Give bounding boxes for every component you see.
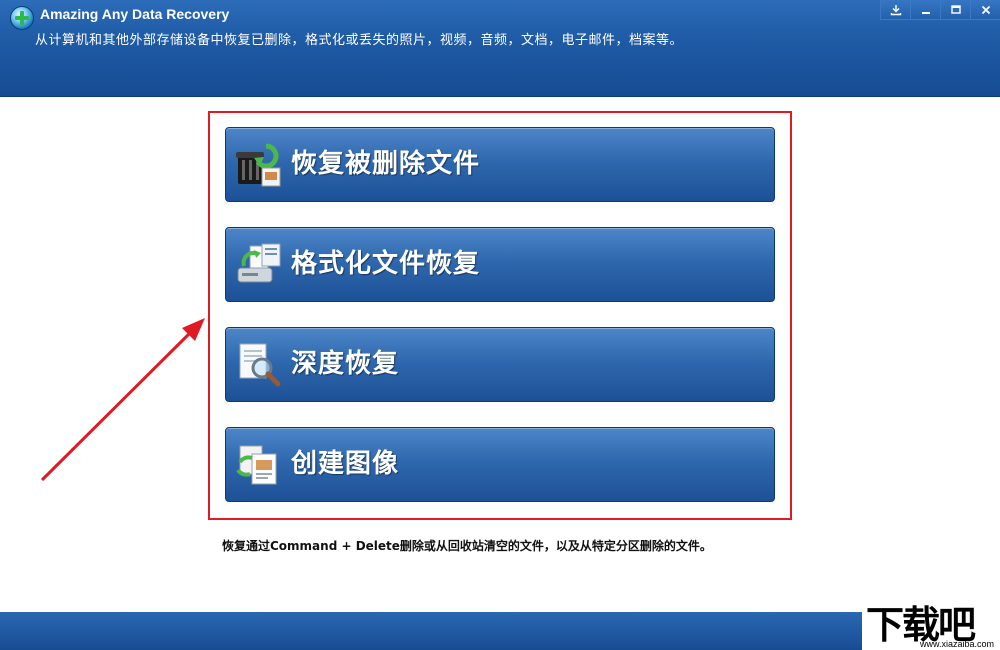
maximize-icon[interactable]	[940, 0, 970, 20]
download-icon[interactable]	[880, 0, 910, 20]
footer-bar	[0, 612, 1000, 650]
watermark-url: www.xiazaiba.com	[919, 639, 994, 649]
app-logo-icon	[10, 6, 34, 30]
action-label: 深度恢复	[291, 349, 400, 379]
app-subtitle: 从计算机和其他外部存储设备中恢复已删除，格式化或丢失的照片，视频，音频，文档，电…	[35, 33, 684, 48]
action-label: 创建图像	[291, 449, 400, 479]
watermark: 下载吧 www.xiazaiba.com	[862, 600, 1000, 650]
app-title: Amazing Any Data Recovery	[40, 6, 230, 22]
image-copy-icon	[236, 445, 277, 485]
action-description: 恢复通过Command + Delete删除或从回收站清空的文件，以及从特定分区…	[222, 539, 712, 553]
close-icon[interactable]	[970, 0, 1000, 20]
action-label: 恢复被删除文件	[291, 149, 481, 179]
drive-restore-icon	[237, 243, 281, 283]
action-label: 格式化文件恢复	[291, 249, 481, 279]
create-image-button[interactable]: 创建图像	[225, 427, 775, 502]
window-controls	[880, 0, 1000, 22]
format-recovery-button[interactable]: 格式化文件恢复	[225, 227, 775, 302]
title-bar: Amazing Any Data Recovery 从计算机和其他外部存储设备中…	[0, 0, 1000, 97]
recycle-bin-restore-icon	[236, 143, 281, 187]
magnifier-document-icon	[239, 343, 281, 387]
recover-deleted-files-button[interactable]: 恢复被删除文件	[225, 127, 775, 202]
deep-recovery-button[interactable]: 深度恢复	[225, 327, 775, 402]
minimize-icon[interactable]	[910, 0, 940, 20]
